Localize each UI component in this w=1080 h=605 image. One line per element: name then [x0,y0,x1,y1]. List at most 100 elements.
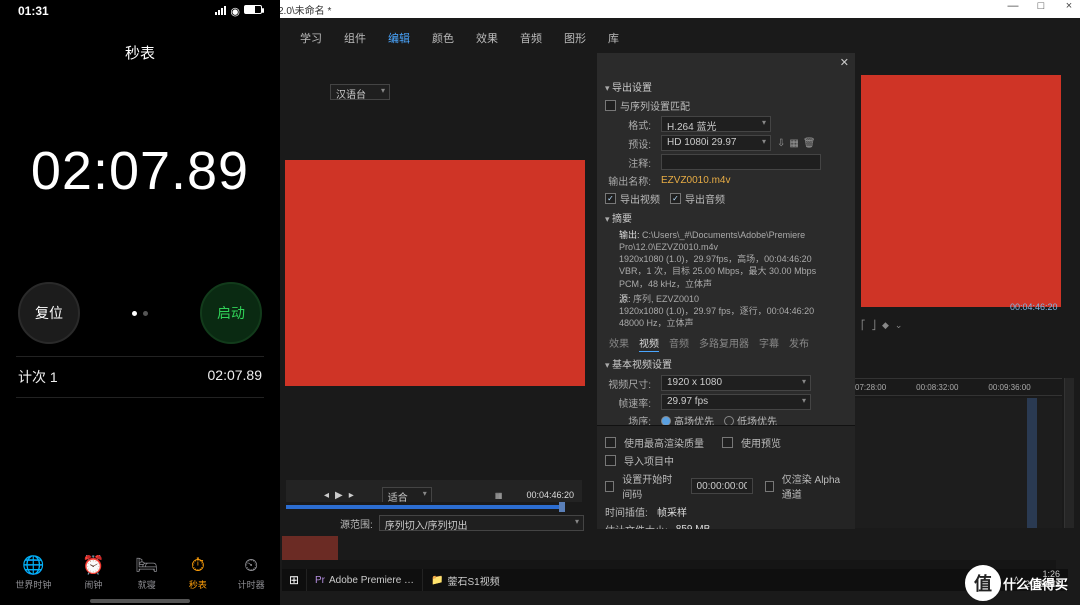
export-video-checkbox[interactable] [605,193,616,204]
comment-label: 注释: [605,155,655,170]
stopwatch-icon: ⏱ [191,554,205,576]
battery-icon [244,5,262,14]
ws-tab[interactable]: 组件 [344,30,366,46]
tab-captions[interactable]: 字幕 [759,335,779,352]
window-maximize[interactable]: □ [1034,0,1048,12]
dim-label: 视频尺寸: [605,376,655,391]
taskbar-app[interactable]: PrAdobe Premiere … [306,569,422,591]
marker-icon[interactable]: ◆ [882,320,889,331]
lap-reset-button[interactable]: 复位 [18,282,80,344]
timeline-ruler[interactable]: 07:28:00 00:08:32:00 00:09:36:00 [855,378,1062,396]
step-back-icon[interactable]: ◂ [324,490,329,501]
page-dots[interactable] [132,311,148,316]
play-icon[interactable]: ▶ [335,490,343,501]
max-render-label: 使用最高渲染质量 [624,435,704,450]
comment-input[interactable] [661,154,821,170]
start-stop-button[interactable]: 启动 [200,282,262,344]
tab-bedtime[interactable]: 🛏就寝 [135,554,158,591]
range-label: 源范围: [340,516,373,531]
zoom-dropdown[interactable]: 适合 [382,487,432,503]
dim-dropdown[interactable]: 1920 x 1080 [661,375,811,391]
tab-mux[interactable]: 多路复用器 [699,335,749,352]
step-fwd-icon[interactable]: ▸ [349,490,354,501]
tab-audio[interactable]: 音频 [669,335,689,352]
source-scrubber[interactable] [286,502,582,512]
taskbar-app[interactable]: 📁蓥石S1视频 [422,569,508,591]
iphone-overlay: 01:31 ◉ 秒表 02:07.89 复位 启动 计次 1 02:07.89 … [0,0,280,605]
max-render-checkbox[interactable] [605,437,616,448]
tab-timer[interactable]: ⏲计时器 [238,554,265,591]
ws-tab[interactable]: 颜色 [432,30,454,46]
watermark-badge: 值 [965,565,1001,601]
workspace-tabs: 学习 组件 编辑 颜色 效果 音频 图形 库 [300,30,619,46]
source-monitor [285,160,585,386]
save-preset-icon[interactable]: ▦ [789,138,798,149]
source-dropdown[interactable]: 汉语台 [330,84,390,100]
windows-taskbar: ⊞ PrAdobe Premiere … 📁蓥石S1视频 ˄ 1:26 2018… [282,569,1068,591]
alpha-checkbox[interactable] [765,481,774,492]
start-button[interactable]: ⊞ [282,569,306,591]
range-dropdown[interactable]: 序列切入/序列切出 [379,515,584,531]
preset-label: 预设: [605,136,655,151]
section-summary[interactable]: 摘要 [605,210,847,225]
tab-stopwatch[interactable]: ⏱秒表 [189,554,207,591]
tab-effects[interactable]: 效果 [609,335,629,352]
mark-in-icon[interactable]: ⎡ [861,320,866,331]
window-minimize[interactable]: — [1006,0,1020,12]
import-proj-label: 导入项目中 [624,453,674,468]
site-watermark: 值 什么值得买 [965,565,1068,601]
monitor-toolbar: ⎡ ⎦ ◆ ⌄ [861,320,902,331]
ruler-tick: 07:28:00 [855,383,886,392]
summary-src-line1: 序列, EZVZ0010 [633,294,699,304]
home-indicator[interactable] [90,599,190,603]
export-dialog: ✕ 导出设置 与序列设置匹配 格式:H.264 蓝光 预设:HD 1080i 2… [596,52,856,530]
fps-dropdown[interactable]: 29.97 fps [661,394,811,410]
outname-label: 输出名称: [605,173,655,188]
section-export-settings[interactable]: 导出设置 [605,79,847,94]
preset-dropdown[interactable]: HD 1080i 29.97 [661,135,771,151]
output-name-link[interactable]: EZVZ0010.m4v [661,175,730,186]
mark-out-icon[interactable]: ⎦ [872,320,877,331]
ws-tab[interactable]: 音频 [520,30,542,46]
summary-out-line3: VBR，1 次，目标 25.00 Mbps，最大 30.00 Mbps [619,266,816,276]
tab-publish[interactable]: 发布 [789,335,809,352]
export-video-label: 导出视频 [620,191,660,206]
set-tc-checkbox[interactable] [605,481,614,492]
use-preview-checkbox[interactable] [722,437,733,448]
status-bar: 01:31 ◉ [0,4,280,18]
ws-tab-active[interactable]: 编辑 [388,30,410,46]
section-basic-video[interactable]: 基本视频设置 [605,356,847,371]
lap-time: 02:07.89 [208,367,263,387]
wifi-icon: ◉ [230,5,240,18]
window-close[interactable]: × [1062,0,1076,12]
clip[interactable] [1027,398,1037,528]
tab-video[interactable]: 视频 [639,335,659,352]
close-icon[interactable]: ✕ [840,56,849,69]
match-seq-checkbox[interactable] [605,100,616,111]
export-tabs: 效果 视频 音频 多路复用器 字幕 发布 [609,335,847,352]
import-preset-icon[interactable]: ⇩ [777,138,785,149]
export-audio-checkbox[interactable] [670,193,681,204]
delete-preset-icon[interactable]: 🗑 [803,138,816,149]
ws-tab[interactable]: 效果 [476,30,498,46]
alpha-label: 仅渲染 Alpha 通道 [782,471,847,501]
interp-value[interactable]: 帧采样 [657,504,687,519]
settings-icon[interactable]: ⌄ [895,320,903,331]
summary-src-line2: 1920x1080 (1.0)，29.97 fps，逐行，00:04:46:20 [619,306,814,316]
summary-src-label: 源: [619,294,631,304]
ruler-tick: 00:09:36:00 [988,383,1030,392]
format-dropdown[interactable]: H.264 蓝光 [661,116,771,132]
tab-alarm[interactable]: ⏰闹钟 [82,554,104,591]
tab-world-clock[interactable]: 🌐世界时钟 [15,554,51,591]
lap-row: 计次 1 02:07.89 [16,357,264,398]
use-preview-label: 使用预览 [741,435,781,450]
stopwatch-time: 02:07.89 [0,140,280,202]
ws-tab[interactable]: 库 [608,30,619,46]
ws-tab[interactable]: 学习 [300,30,322,46]
ws-tab[interactable]: 图形 [564,30,586,46]
tc-input[interactable] [691,478,753,494]
import-proj-checkbox[interactable] [605,455,616,466]
estimate-label: 估计文件大小: [605,522,668,529]
timeline-tracks[interactable] [855,398,1062,528]
safe-margin-icon[interactable]: ▦ [495,491,503,500]
